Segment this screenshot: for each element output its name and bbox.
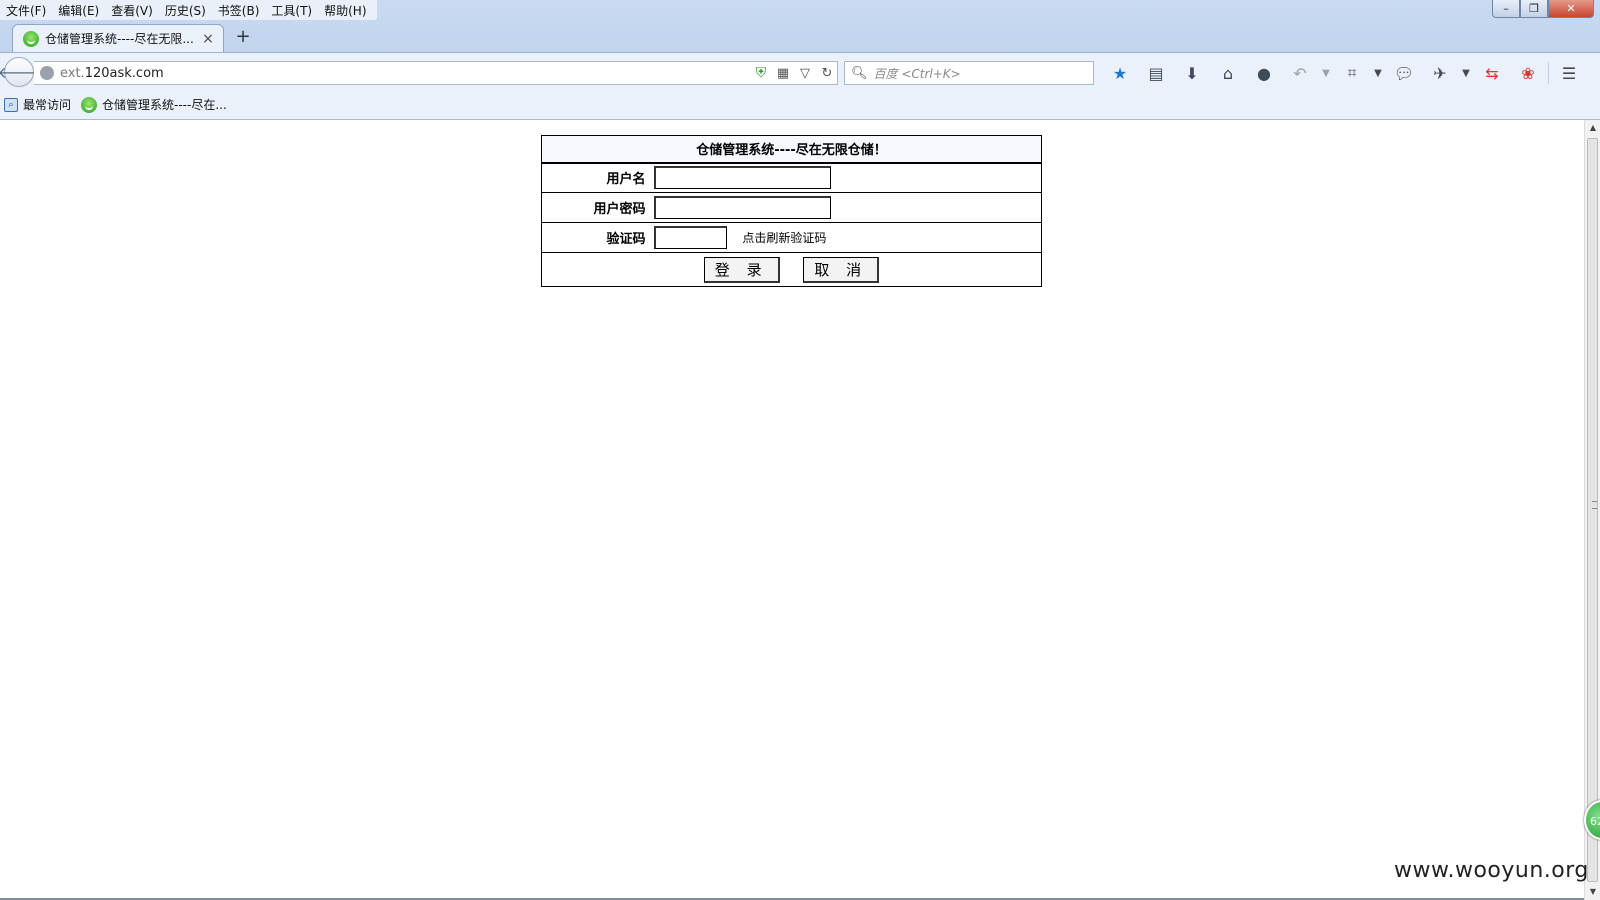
password-row: 用户密码 [541, 192, 1042, 223]
back-button[interactable]: 🡐 [0, 57, 40, 87]
qr-code-icon[interactable]: ▦ [773, 63, 793, 83]
restore-button[interactable]: ❐ [1520, 0, 1548, 18]
cancel-button[interactable]: 取 消 [803, 256, 880, 283]
username-row: 用户名 [541, 162, 1042, 193]
reload-icon[interactable]: ↻ [817, 63, 837, 83]
toolbar-icons: ★ ▤ ⬇ ⌂ ● ↶ ▼ ⌗ ▼ 💬︎ ✈ ▼ ⇆ ❀ ☰ [1102, 61, 1587, 85]
page-viewport: 仓储管理系统----尽在无限仓储！ 用户名 用户密码 验证码 点击刷新验证码 登… [0, 120, 1584, 900]
undo-icon[interactable]: ↶ [1282, 61, 1318, 85]
dropdown-arrow-icon[interactable]: ▽ [795, 63, 815, 83]
navigation-bar: 🡐 ext.120ask.com ⛨ ▦ ▽ ↻ 🔍︎ 百度 <Ctrl+K> … [0, 52, 1600, 90]
comment-icon[interactable]: 💬︎ [1386, 61, 1422, 85]
login-form: 仓储管理系统----尽在无限仓储！ 用户名 用户密码 验证码 点击刷新验证码 登… [541, 135, 1042, 287]
reading-list-icon[interactable]: ▤ [1138, 61, 1174, 85]
captcha-refresh-link[interactable]: 点击刷新验证码 [742, 231, 826, 245]
hamburger-menu-icon[interactable]: ☰ [1551, 61, 1587, 85]
bookmark-label: 最常访问 [23, 98, 72, 112]
url-bar[interactable]: ext.120ask.com ⛨ ▦ ▽ ↻ [34, 61, 838, 85]
login-button[interactable]: 登 录 [703, 256, 780, 283]
menu-file[interactable]: 文件(F) [0, 0, 52, 20]
search-bar[interactable]: 🔍︎ 百度 <Ctrl+K> [844, 61, 1094, 85]
toolbar-divider [1548, 62, 1549, 84]
scroll-down-icon[interactable]: ▼ [1585, 884, 1600, 900]
browser-chrome: 文件(F) 编辑(E) 查看(V) 历史(S) 书签(B) 工具(T) 帮助(H… [0, 0, 1600, 120]
site-favicon-icon [23, 30, 39, 47]
tab-title: 仓储管理系统----尽在无限... [45, 32, 194, 46]
sync-icon[interactable]: ⇆ [1474, 61, 1510, 85]
home-icon[interactable]: ⌂ [1210, 61, 1246, 85]
menu-view[interactable]: 查看(V) [105, 0, 159, 20]
shield-icon[interactable]: ⛨ [751, 63, 771, 83]
login-title-row: 仓储管理系统----尽在无限仓储！ [541, 135, 1042, 164]
menu-help[interactable]: 帮助(H) [318, 0, 372, 20]
most-visited-icon: ⌕ [4, 97, 18, 112]
captcha-input[interactable] [653, 226, 727, 249]
bookmarks-bar: ⌕ 最常访问 仓储管理系统----尽在... [0, 90, 1600, 120]
password-label: 用户密码 [541, 192, 654, 223]
globe-icon [40, 66, 54, 80]
window-controls: – ❐ ✕ [1492, 0, 1594, 18]
bookmark-label: 仓储管理系统----尽在... [102, 98, 227, 112]
scroll-up-icon[interactable]: ▲ [1585, 120, 1600, 136]
login-title: 仓储管理系统----尽在无限仓储！ [541, 135, 1042, 164]
new-tab-button[interactable]: + [232, 28, 254, 48]
tab-close-icon[interactable]: × [201, 31, 215, 47]
url-subdomain: ext. [60, 65, 85, 81]
download-icon[interactable]: ⬇ [1174, 61, 1210, 85]
tab-active[interactable]: 仓储管理系统----尽在无限... × [12, 24, 224, 52]
bookmark-warehouse-system[interactable]: 仓储管理系统----尽在... [81, 96, 227, 113]
bookmark-most-visited[interactable]: ⌕ 最常访问 [4, 96, 71, 113]
menu-history[interactable]: 历史(S) [159, 0, 212, 20]
chat-icon[interactable]: ● [1246, 61, 1282, 85]
url-domain: 120ask.com [84, 65, 164, 81]
bookmark-star-icon[interactable]: ★ [1102, 61, 1138, 85]
search-input[interactable]: 百度 <Ctrl+K> [874, 65, 961, 82]
vertical-scrollbar[interactable]: ▲ ▼ [1584, 120, 1600, 900]
watermark-text: www.wooyun.org [1394, 858, 1589, 883]
username-label: 用户名 [541, 162, 654, 193]
menu-edit[interactable]: 编辑(E) [52, 0, 105, 20]
username-input[interactable] [653, 166, 831, 190]
title-bar: 文件(F) 编辑(E) 查看(V) 历史(S) 书签(B) 工具(T) 帮助(H… [0, 0, 1600, 22]
search-icon: 🔍︎ [851, 65, 868, 81]
scrollbar-thumb[interactable] [1587, 138, 1598, 882]
password-input[interactable] [653, 196, 831, 219]
addon-icon[interactable]: ❀ [1510, 61, 1546, 85]
menu-tools[interactable]: 工具(T) [265, 0, 318, 20]
captcha-row: 验证码 点击刷新验证码 [541, 222, 1042, 253]
close-window-button[interactable]: ✕ [1548, 0, 1594, 18]
captcha-label: 验证码 [541, 222, 654, 253]
undo-dropdown-icon[interactable]: ▼ [1318, 61, 1334, 85]
button-row: 登 录 取 消 [541, 252, 1042, 287]
scroll-grip-icon [1592, 501, 1597, 509]
extension-dropdown-icon[interactable]: ▼ [1458, 61, 1474, 85]
url-text[interactable]: ext.120ask.com [60, 66, 749, 81]
crop-icon[interactable]: ⌗ [1334, 61, 1370, 85]
crop-dropdown-icon[interactable]: ▼ [1370, 61, 1386, 85]
menu-bar: 文件(F) 编辑(E) 查看(V) 历史(S) 书签(B) 工具(T) 帮助(H… [0, 0, 377, 20]
site-favicon-icon [81, 96, 98, 113]
extension-icon[interactable]: ✈ [1422, 61, 1458, 85]
tab-strip: 仓储管理系统----尽在无限... × + [0, 22, 1600, 52]
minimize-button[interactable]: – [1492, 0, 1520, 18]
menu-bookmarks[interactable]: 书签(B) [212, 0, 266, 20]
